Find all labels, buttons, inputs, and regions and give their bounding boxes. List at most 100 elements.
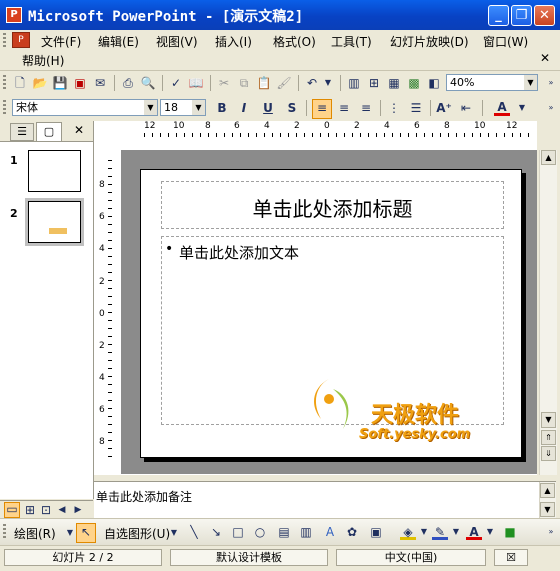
align-center-icon[interactable]: ≡	[336, 100, 352, 116]
fill-color-icon[interactable]: ◈	[400, 524, 416, 540]
paste-icon[interactable]: 📋	[256, 75, 272, 91]
toolbar-grip[interactable]	[3, 100, 6, 116]
vertical-scrollbar[interactable]: ▲ ▼ ⇑ ⇓	[539, 150, 557, 475]
scroll-right-icon[interactable]: ▶	[70, 502, 86, 518]
print-icon[interactable]: ⎙	[120, 75, 136, 91]
chevron-down-icon[interactable]: ▼	[144, 100, 157, 115]
chevron-down-icon[interactable]: ▼	[166, 525, 182, 541]
font-size-combo[interactable]: 18 ▼	[160, 99, 206, 116]
menu-edit[interactable]: 编辑(E)	[98, 33, 139, 50]
font-color-icon[interactable]: A	[466, 524, 482, 540]
menu-insert[interactable]: 插入(I)	[215, 33, 252, 50]
rectangle-icon[interactable]: □	[230, 524, 246, 540]
menu-format[interactable]: 格式(O)	[273, 33, 316, 50]
chevron-down-icon[interactable]: ▼	[416, 524, 432, 540]
insert-chart-icon[interactable]: ▥	[346, 75, 362, 91]
select-objects-icon[interactable]: ↖	[76, 523, 96, 543]
oval-icon[interactable]: ○	[252, 524, 268, 540]
insert-picture-icon[interactable]: ▩	[406, 75, 422, 91]
shadow-button[interactable]: S	[284, 100, 300, 116]
toolbar-options-icon[interactable]: »	[543, 75, 559, 91]
slides-tab[interactable]: ▢	[36, 122, 62, 141]
save-icon[interactable]: 💾	[52, 75, 68, 91]
chevron-down-icon[interactable]: ▼	[448, 524, 464, 540]
open-icon[interactable]: 📂	[32, 75, 48, 91]
title-placeholder[interactable]: 单击此处添加标题	[161, 181, 504, 229]
previous-slide-icon[interactable]: ⇑	[541, 430, 556, 445]
spelling-icon[interactable]: ✓	[168, 75, 184, 91]
vertical-ruler[interactable]: 8 6 4 2 0 2 4 6 8	[94, 160, 116, 460]
menu-help[interactable]: 帮助(H)	[22, 52, 64, 69]
close-button[interactable]: ✕	[534, 5, 555, 26]
spelling-status-icon[interactable]: ☒	[494, 549, 528, 566]
undo-dropdown-icon[interactable]: ▼	[320, 75, 336, 91]
line-icon[interactable]: ╲	[186, 524, 202, 540]
research-icon[interactable]: 📖	[188, 75, 204, 91]
shadow-style-icon[interactable]: ■	[502, 524, 518, 540]
slide-sorter-icon[interactable]: ⊞	[22, 502, 38, 518]
notes-scrollbar[interactable]: ▲ ▼	[539, 482, 556, 519]
numbering-icon[interactable]: ⋮	[386, 100, 402, 116]
wordart-icon[interactable]: A	[322, 524, 338, 540]
text-box-icon[interactable]: ▤	[276, 524, 292, 540]
arrow-icon[interactable]: ↘	[208, 524, 224, 540]
slide[interactable]: 单击此处添加标题 • 单击此处添加文本 天极软件 Soft.yesky.com	[140, 169, 522, 458]
tables-borders-icon[interactable]: ▦	[386, 75, 402, 91]
font-color-icon[interactable]: A	[494, 100, 510, 116]
close-document-icon[interactable]: ✕	[540, 51, 550, 65]
next-slide-icon[interactable]: ⇓	[541, 446, 556, 461]
cut-icon[interactable]: ✂	[216, 75, 232, 91]
powerpoint-app-icon[interactable]: P	[6, 7, 22, 23]
line-color-icon[interactable]: ✎	[432, 524, 448, 540]
toolbar-options-icon[interactable]: »	[543, 524, 559, 540]
menu-slideshow[interactable]: 幻灯片放映(D)	[390, 33, 469, 50]
email-icon[interactable]: ✉	[92, 75, 108, 91]
bold-button[interactable]: B	[214, 100, 230, 116]
document-icon[interactable]: P	[12, 32, 30, 48]
align-right-icon[interactable]: ≡	[358, 100, 374, 116]
toolbar-grip[interactable]	[3, 524, 6, 540]
slide-thumbnail-2[interactable]	[28, 201, 81, 243]
vertical-text-box-icon[interactable]: ▥	[298, 524, 314, 540]
scroll-track[interactable]	[541, 166, 556, 428]
toolbar-options-icon[interactable]: »	[543, 100, 559, 116]
scroll-down-icon[interactable]: ▼	[540, 502, 555, 517]
permission-icon[interactable]: ▣	[72, 75, 88, 91]
slideshow-view-icon[interactable]: ⊡	[38, 502, 54, 518]
zoom-combo[interactable]: 40% ▼	[446, 74, 538, 91]
status-design[interactable]: 默认设计模板	[170, 549, 328, 566]
scroll-down-icon[interactable]: ▼	[541, 412, 556, 428]
minimize-button[interactable]: _	[488, 5, 509, 26]
new-icon[interactable]: 🗋	[12, 75, 28, 91]
format-painter-icon[interactable]: 🖌	[276, 75, 292, 91]
draw-menu-button[interactable]: 绘图(R)	[14, 525, 56, 542]
scroll-up-icon[interactable]: ▲	[541, 150, 556, 165]
copy-icon[interactable]: ⧉	[236, 75, 252, 91]
menu-file[interactable]: 文件(F)	[41, 33, 81, 50]
increase-font-icon[interactable]: A⁺	[436, 100, 452, 116]
diagram-icon[interactable]: ✿	[344, 524, 360, 540]
toolbar-grip[interactable]	[3, 75, 6, 91]
menu-window[interactable]: 窗口(W)	[483, 33, 528, 50]
menu-tools[interactable]: 工具(T)	[331, 33, 372, 50]
color-grayscale-icon[interactable]: ◧	[426, 75, 442, 91]
autoshapes-button[interactable]: 自选图形(U)	[104, 525, 170, 542]
clip-art-icon[interactable]: ▣	[368, 524, 384, 540]
menu-view[interactable]: 视图(V)	[156, 33, 198, 50]
chevron-down-icon[interactable]: ▼	[524, 75, 537, 90]
chevron-down-icon[interactable]: ▼	[192, 100, 205, 115]
font-color-dropdown-icon[interactable]: ▼	[514, 100, 530, 116]
menu-grip[interactable]	[3, 33, 6, 49]
decrease-indent-icon[interactable]: ⇤	[458, 100, 474, 116]
notes-pane[interactable]: 单击此处添加备注 ▲ ▼	[94, 481, 556, 519]
horizontal-ruler[interactable]: 12 10 8 6 4 2 0 2 4 6 8 10 12	[144, 121, 530, 139]
underline-button[interactable]: U	[260, 100, 276, 116]
restore-button[interactable]: ❐	[511, 5, 532, 26]
chevron-down-icon[interactable]: ▼	[482, 524, 498, 540]
scroll-up-icon[interactable]: ▲	[540, 483, 555, 498]
scroll-left-icon[interactable]: ◀	[54, 502, 70, 518]
bullets-icon[interactable]: ☰	[408, 100, 424, 116]
italic-button[interactable]: I	[236, 100, 252, 116]
font-combo[interactable]: 宋体 ▼	[12, 99, 158, 116]
align-left-icon[interactable]: ≡	[312, 99, 332, 119]
